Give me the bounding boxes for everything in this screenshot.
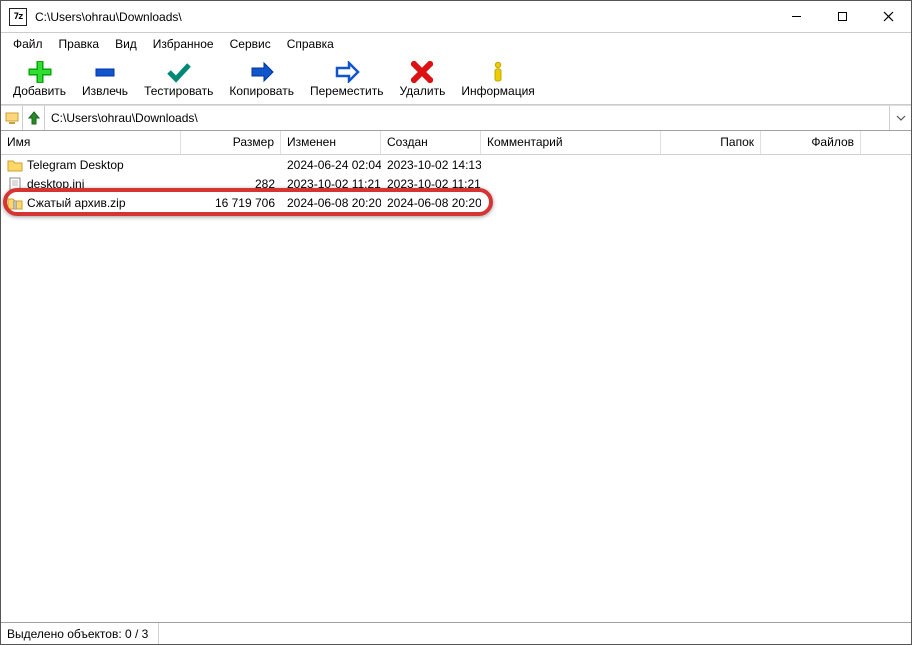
menu-tools[interactable]: Сервис (222, 35, 279, 53)
address-input[interactable] (45, 107, 889, 129)
zip-icon (7, 196, 23, 210)
menubar: Файл Правка Вид Избранное Сервис Справка (1, 33, 911, 55)
address-dropdown[interactable] (889, 106, 911, 130)
file-name: desktop.ini (27, 177, 84, 191)
cell-created: 2023-10-02 14:13 (381, 158, 481, 172)
col-header-size[interactable]: Размер (181, 131, 281, 154)
arrow-right-icon (249, 61, 275, 83)
col-header-name[interactable]: Имя (1, 131, 181, 154)
close-button[interactable] (865, 1, 911, 33)
app-window: 7z C:\Users\ohrau\Downloads\ Файл Правка… (0, 0, 912, 645)
column-headers: Имя Размер Изменен Создан Комментарий Па… (1, 131, 911, 155)
file-name: Telegram Desktop (27, 158, 124, 172)
minimize-button[interactable] (773, 1, 819, 33)
info-icon (485, 61, 511, 83)
x-icon (409, 61, 435, 83)
arrow-right-outline-icon (334, 61, 360, 83)
window-title: C:\Users\ohrau\Downloads\ (35, 10, 773, 24)
file-name: Сжатый архив.zip (27, 196, 126, 210)
cell-created: 2023-10-02 11:21 (381, 177, 481, 191)
info-button[interactable]: Информация (453, 57, 542, 103)
menu-view[interactable]: Вид (107, 35, 145, 53)
col-header-comment[interactable]: Комментарий (481, 131, 661, 154)
list-item[interactable]: Telegram Desktop 2024-06-24 02:04 2023-1… (1, 155, 911, 174)
check-icon (166, 61, 192, 83)
test-button[interactable]: Тестировать (136, 57, 221, 103)
cell-size: 16 719 706 (181, 196, 281, 210)
menu-edit[interactable]: Правка (51, 35, 108, 53)
file-icon (7, 177, 23, 191)
status-text: Выделено объектов: 0 / 3 (7, 623, 159, 644)
add-button[interactable]: Добавить (5, 57, 74, 103)
list-item[interactable]: Сжатый архив.zip 16 719 706 2024-06-08 2… (1, 193, 911, 212)
menu-file[interactable]: Файл (5, 35, 51, 53)
window-controls (773, 1, 911, 33)
titlebar: 7z C:\Users\ohrau\Downloads\ (1, 1, 911, 33)
app-icon: 7z (9, 8, 27, 26)
extract-button[interactable]: Извлечь (74, 57, 136, 103)
move-button[interactable]: Переместить (302, 57, 392, 103)
col-header-created[interactable]: Создан (381, 131, 481, 154)
cell-created: 2024-06-08 20:20 (381, 196, 481, 210)
col-header-modified[interactable]: Изменен (281, 131, 381, 154)
folder-icon (7, 158, 23, 172)
menu-help[interactable]: Справка (279, 35, 342, 53)
file-list[interactable]: Telegram Desktop 2024-06-24 02:04 2023-1… (1, 155, 911, 622)
col-header-folders[interactable]: Папок (661, 131, 761, 154)
statusbar: Выделено объектов: 0 / 3 (1, 622, 911, 644)
up-button[interactable] (23, 106, 45, 130)
cell-modified: 2024-06-24 02:04 (281, 158, 381, 172)
menu-favorites[interactable]: Избранное (145, 35, 222, 53)
col-header-files[interactable]: Файлов (761, 131, 861, 154)
addressbar (1, 105, 911, 131)
toolbar: Добавить Извлечь Тестировать Копировать … (1, 55, 911, 105)
list-item[interactable]: desktop.ini 282 2023-10-02 11:21 2023-10… (1, 174, 911, 193)
cell-size: 282 (181, 177, 281, 191)
maximize-button[interactable] (819, 1, 865, 33)
copy-button[interactable]: Копировать (221, 57, 302, 103)
cell-modified: 2024-06-08 20:20 (281, 196, 381, 210)
computer-icon[interactable] (1, 106, 23, 130)
cell-modified: 2023-10-02 11:21 (281, 177, 381, 191)
delete-button[interactable]: Удалить (392, 57, 454, 103)
minus-icon (92, 61, 118, 83)
plus-icon (27, 61, 53, 83)
